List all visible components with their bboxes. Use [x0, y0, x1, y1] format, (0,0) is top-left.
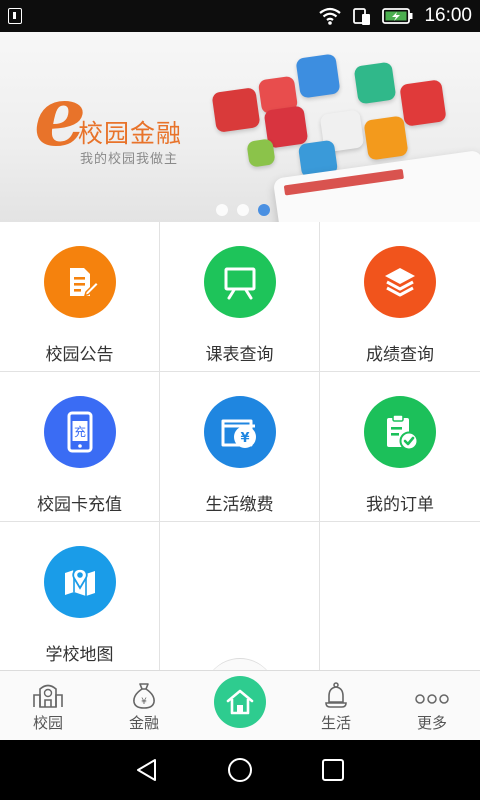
banner-pagination — [216, 204, 270, 216]
system-nav-bar — [0, 740, 480, 800]
grid-item-label: 课表查询 — [205, 345, 274, 365]
blackboard-icon — [203, 246, 276, 318]
money-bag-glyph: ¥ — [141, 697, 147, 707]
home-circle-icon[interactable] — [226, 756, 254, 784]
grid-item-label: 成绩查询 — [366, 345, 434, 365]
nav-item-more[interactable]: 更多 — [384, 671, 480, 740]
grid-item-campus-map[interactable]: 学校地图 — [0, 522, 160, 670]
wallet-yuan-icon: ¥ — [203, 396, 276, 468]
status-bar: 16:00 — [0, 0, 480, 32]
banner-app-tile-icon — [399, 79, 447, 127]
grid-item-label: 校园公告 — [45, 345, 114, 365]
banner-dot[interactable] — [216, 204, 228, 216]
back-icon[interactable] — [133, 756, 161, 784]
more-dots-icon — [415, 694, 449, 704]
campus-icon — [33, 684, 63, 708]
recents-icon[interactable] — [319, 756, 347, 784]
bell-icon — [325, 682, 347, 708]
feature-grid: 校园公告 课表查询 成绩查询 充 校园卡充值 ¥ 生活缴费 我的订单 学校地图 — [0, 222, 480, 670]
promo-banner[interactable]: e 校园金融 我的校园我做主 — [0, 32, 480, 222]
battery-charging-icon — [382, 8, 413, 24]
grid-item-my-orders[interactable]: 我的订单 — [320, 372, 480, 522]
grid-item-label: 我的订单 — [366, 495, 434, 515]
status-icons: 16:00 — [318, 5, 472, 27]
status-time: 16:00 — [424, 5, 472, 26]
nav-label: 更多 — [416, 714, 447, 732]
phone-recharge-icon: 充 — [43, 396, 116, 468]
banner-app-tile-icon — [295, 53, 341, 99]
money-bag-icon: ¥ — [133, 683, 155, 709]
app-screen: 16:00 e 校园金融 我的校园我做主 校园公告 课表查询 成绩查询 充 校园… — [0, 0, 480, 800]
banner-app-tile-icon — [211, 87, 261, 133]
yuan-glyph: ¥ — [240, 431, 249, 446]
data-sim-icon — [353, 8, 371, 25]
grid-item-label: 学校地图 — [45, 645, 114, 665]
clipboard-check-icon — [364, 396, 436, 468]
banner-dot[interactable] — [237, 204, 249, 216]
notice-edit-icon — [43, 246, 116, 318]
home-icon — [226, 689, 254, 715]
nav-item-campus[interactable]: 校园 — [0, 671, 96, 740]
grid-item-campus-notice[interactable]: 校园公告 — [0, 222, 160, 372]
layers-icon — [364, 246, 436, 318]
wifi-icon — [319, 7, 342, 25]
grid-item-bill-payment[interactable]: ¥ 生活缴费 — [160, 372, 320, 522]
grid-item-schedule[interactable]: 课表查询 — [160, 222, 320, 372]
grid-item-label: 生活缴费 — [205, 495, 274, 515]
banner-app-tile-icon — [363, 115, 409, 161]
nav-item-life[interactable]: 生活 — [288, 671, 384, 740]
recharge-glyph: 充 — [73, 424, 85, 439]
grid-empty-cell — [160, 522, 320, 670]
map-pin-icon — [43, 546, 116, 618]
nav-label: 校园 — [32, 714, 63, 732]
banner-dot-active[interactable] — [258, 204, 270, 216]
banner-title: 校园金融 — [78, 119, 183, 148]
nav-item-finance[interactable]: ¥ 金融 — [96, 671, 192, 740]
nav-label: 生活 — [320, 714, 351, 732]
banner-app-tile-icon — [246, 138, 276, 168]
banner-app-tile-icon — [353, 61, 397, 105]
nav-label: 金融 — [128, 714, 159, 732]
grid-item-grades[interactable]: 成绩查询 — [320, 222, 480, 372]
banner-slogan: 我的校园我做主 — [80, 152, 179, 167]
home-button[interactable] — [214, 676, 266, 728]
sim-card-icon — [8, 8, 22, 24]
grid-item-label: 校园卡充值 — [37, 495, 122, 515]
grid-empty-cell — [320, 522, 480, 670]
grid-item-card-recharge[interactable]: 充 校园卡充值 — [0, 372, 160, 522]
